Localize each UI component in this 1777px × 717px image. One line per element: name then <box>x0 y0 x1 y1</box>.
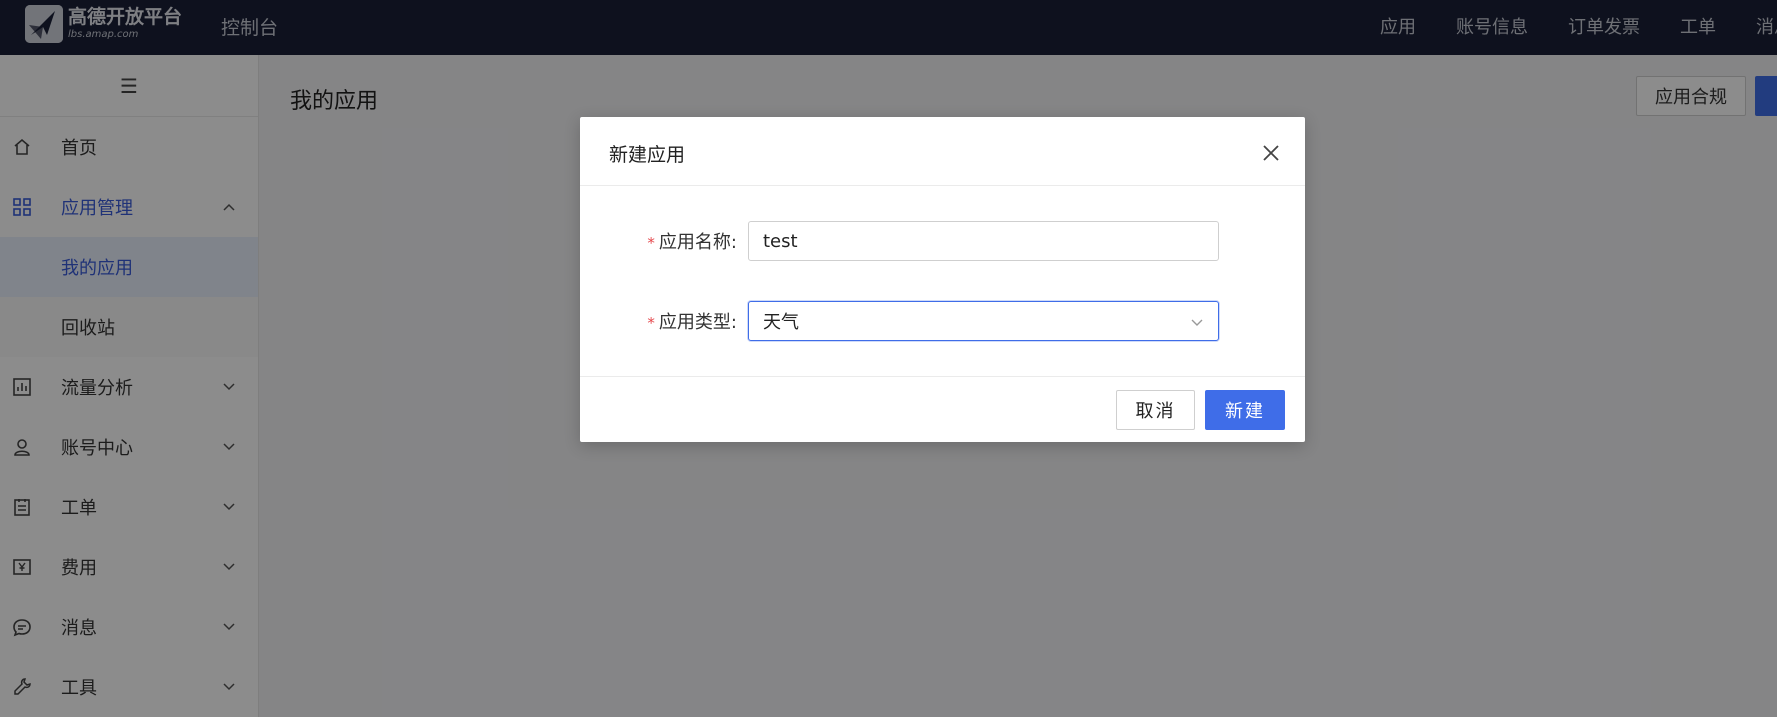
required-marker: * <box>647 234 655 252</box>
new-app-dialog: 新建应用 *应用名称: *应用类型: 天气 取消 新建 <box>580 117 1305 442</box>
app-type-select[interactable]: 天气 <box>748 301 1219 341</box>
app-name-row: * 应用名称: <box>580 221 1305 261</box>
app-type-label: * 应用类型: <box>647 312 737 333</box>
dialog-header: 新建应用 <box>580 117 1305 186</box>
app-name-input[interactable] <box>748 221 1219 261</box>
create-button[interactable]: 新建 <box>1205 390 1285 430</box>
app-name-label: * 应用名称: <box>647 232 737 253</box>
app-type-row: * 应用类型: 天气 <box>580 301 1305 341</box>
app-type-value: 天气 <box>763 312 799 333</box>
dialog-footer: 取消 新建 <box>580 376 1305 442</box>
chevron-down-icon <box>1190 313 1204 334</box>
required-marker: * <box>647 314 655 332</box>
cancel-button[interactable]: 取消 <box>1116 390 1195 430</box>
close-icon[interactable] <box>1260 142 1282 164</box>
dialog-title: 新建应用 <box>609 144 686 166</box>
